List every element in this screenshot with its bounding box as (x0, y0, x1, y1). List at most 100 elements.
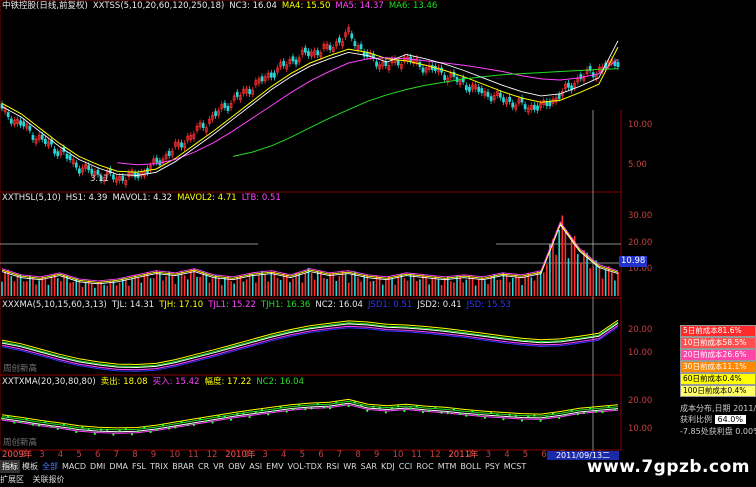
indicator-tab[interactable]: BRAR (170, 460, 196, 473)
ma3-header-item: XXXMA(5,10,15,60,3,13) (2, 300, 107, 310)
indicator-tab[interactable]: MACD (60, 460, 88, 473)
profit-ratio: 获利比例 64.0% (680, 414, 746, 425)
indicator-tab[interactable]: SAR (359, 460, 379, 473)
indicator-tab[interactable]: VR (211, 460, 226, 473)
ma4-dot (607, 405, 610, 408)
ma4-dot (124, 428, 127, 431)
ma4-dot (87, 428, 90, 431)
candle-body (375, 61, 378, 67)
ma4-dot (595, 410, 598, 413)
candle-body (43, 138, 47, 144)
indicator-tab[interactable]: MCST (502, 460, 528, 473)
indicator-tab[interactable]: TRIX (148, 460, 170, 473)
indicator-tab[interactable]: BOLL (458, 460, 483, 473)
candle-body (260, 76, 264, 82)
ma3-header-item: TJH: 17.10 (159, 300, 204, 310)
cost-dist-label: 成本分布,日期 2011/09/13 (680, 404, 756, 413)
candle-body (353, 41, 357, 47)
ma4-dot (304, 408, 307, 411)
cost-legend: 5日前成本81.6% 10日前成本58.5% 20日前成本26.6% 30日前成本11… (680, 325, 756, 397)
indicator-tab[interactable]: WR (341, 460, 358, 473)
indicator-tab[interactable]: DMA (107, 460, 130, 473)
indicator-tab[interactable]: EMV (264, 460, 285, 473)
indicator-tab[interactable]: MTM (436, 460, 459, 473)
indicator-tab[interactable]: ROC (414, 460, 435, 473)
ma4-dot (551, 412, 555, 415)
volume-header-item: HS1: 4.39 (65, 193, 108, 203)
candle-body (396, 60, 400, 66)
cost-legend-row: 10日前成本58.5% (680, 337, 756, 349)
indicator-tab[interactable]: OBV (226, 460, 247, 473)
indicator-tab[interactable]: RSI (324, 460, 341, 473)
volume-header-item: MAVOL1: 4.32 (112, 193, 173, 203)
ma4-dot (564, 414, 567, 417)
ma4-dot (496, 414, 499, 417)
related-quote-button[interactable]: 关联报价 (33, 475, 65, 484)
candle-body (533, 104, 536, 110)
indicator-tab[interactable]: DMI (88, 460, 107, 473)
indicator-tab[interactable]: 模板 (20, 460, 40, 473)
indicator-tab[interactable]: PSY (483, 460, 502, 473)
ma4-dot (489, 411, 493, 415)
ma4-dot (589, 406, 592, 410)
candle-body (489, 96, 493, 102)
indicator-tab[interactable]: ASI (247, 460, 264, 473)
ma4-dot (50, 425, 53, 428)
ma4-dot (545, 415, 548, 418)
price-tick-10: 10.00 (628, 120, 653, 130)
ext-area-button[interactable]: 扩展区 (0, 475, 24, 484)
candle-body (248, 89, 251, 95)
ma4-dot (558, 416, 561, 420)
candle-body (477, 86, 481, 92)
indicator-tab[interactable]: FSL (130, 460, 148, 473)
ma4-dot (452, 408, 456, 411)
cost-legend-row: 60日前成本0.4% (680, 373, 756, 385)
ma3-header-item: JSD1: 0.51 (367, 300, 413, 310)
ma4-dot (19, 420, 22, 424)
watermark: www.7gpzb.com (586, 457, 750, 477)
ma3-header-item: TJH1: 16.36 (260, 300, 311, 310)
ma4-dot (397, 405, 400, 408)
candle-body (226, 105, 230, 111)
volume-panel-header: XXTHSL(5,10) HS1: 4.39 MAVOL1: 4.32 MAVOL2:… (2, 193, 286, 204)
ma4-dot (434, 406, 437, 409)
ma4-dot (539, 419, 542, 422)
indicator-tab[interactable]: 全部 (40, 460, 60, 473)
indicator-tab[interactable]: VOL-TDX (286, 460, 325, 473)
ma4-tick-10: 10.00 (628, 424, 653, 434)
candle-body (464, 85, 468, 91)
ma3-header-item: JSD2: 0.41 (417, 300, 462, 310)
indicator-tab[interactable]: CCI (397, 460, 415, 473)
price-header-item: MA5: 14.37 (335, 1, 384, 11)
ma3-tick-20: 20.00 (628, 325, 653, 335)
cost-legend-row: 20日前成本26.6% (680, 349, 756, 361)
ma4-dot (329, 407, 332, 410)
ma4-dot (520, 419, 524, 422)
price-header-item: NC3: 16.04 (229, 1, 277, 11)
ma4-dot (279, 406, 282, 409)
price-tick-5: 5.00 (628, 160, 647, 170)
ma4-dot (7, 415, 10, 418)
ma4-side-label: 周创新高 (3, 438, 38, 448)
ma4-dot (459, 412, 462, 415)
mask-box (628, 300, 756, 325)
candle-body (19, 120, 22, 126)
ma3-tick-10: 10.00 (628, 348, 653, 358)
ma4-dot (366, 409, 369, 412)
indicator-tab[interactable]: CR (196, 460, 211, 473)
candle-body (65, 153, 69, 159)
indicator-tab[interactable]: KDJ (379, 460, 397, 473)
candle-body (78, 168, 81, 174)
candle-body (201, 123, 205, 129)
vol-tick-20: 20.00 (628, 238, 653, 248)
ma4-dot (601, 411, 604, 414)
candle-body (548, 101, 552, 107)
ma4-dot (421, 410, 425, 414)
volume-header-item: LTB: 0.51 (241, 193, 281, 203)
candle-body (523, 104, 527, 110)
mask-box (258, 224, 496, 262)
indicator-tab[interactable]: 指标 (0, 460, 20, 473)
candle-body (214, 111, 217, 117)
volume-header-item: XXTHSL(5,10) (2, 193, 61, 203)
candle-body (53, 148, 56, 154)
